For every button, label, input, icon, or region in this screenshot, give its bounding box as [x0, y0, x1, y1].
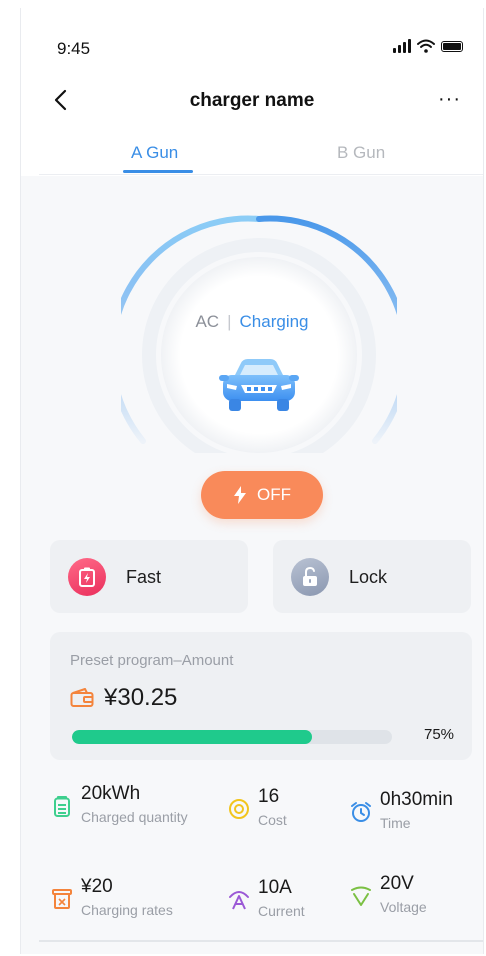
lock-mode-card[interactable]: Lock	[273, 540, 471, 613]
preset-title: Preset program–Amount	[70, 652, 234, 669]
signal-icon	[393, 39, 411, 53]
cost-label: Cost	[258, 812, 287, 828]
alarm-clock-icon	[351, 802, 371, 822]
charging-status-label: Charging	[239, 312, 309, 331]
progress-fill	[72, 730, 312, 744]
gauge-status-text: AC | Charging	[21, 312, 483, 332]
voltage-label: Voltage	[380, 899, 427, 915]
status-icons	[393, 39, 463, 53]
charging-rates-value: ¥20	[81, 876, 113, 897]
tab-divider	[39, 174, 483, 175]
power-off-button[interactable]: OFF	[201, 471, 323, 519]
lightning-icon	[234, 486, 246, 504]
wallet-icon	[70, 688, 94, 707]
gauge-separator: |	[227, 312, 232, 331]
tab-b-gun[interactable]: B Gun	[337, 143, 385, 163]
battery-icon	[54, 796, 70, 817]
progress-percent: 75%	[424, 726, 455, 743]
car-icon	[219, 359, 299, 411]
current-label: Current	[258, 903, 305, 919]
page-title: charger name	[189, 90, 315, 111]
time-label: Time	[380, 815, 411, 831]
active-tab-indicator	[123, 170, 193, 173]
cost-value: 16	[258, 786, 280, 807]
progress-bar	[72, 730, 392, 744]
coin-icon	[229, 799, 249, 819]
current-value: 10A	[258, 877, 292, 898]
preset-program-card: Preset program–Amount ¥30.25 75%	[50, 632, 472, 760]
current-icon	[229, 891, 249, 910]
lock-mode-label: Lock	[349, 567, 388, 587]
charged-quantity-value: 20kWh	[81, 783, 141, 804]
power-button-label: OFF	[257, 485, 291, 504]
fast-mode-label: Fast	[126, 567, 162, 587]
tab-a-gun[interactable]: A Gun	[131, 143, 178, 163]
phone-screen: 9:45 charger name ··· A Gun B Gun AC | C…	[20, 8, 484, 954]
fast-charge-icon	[68, 558, 106, 596]
battery-status-icon	[441, 40, 463, 52]
status-time: 9:45	[57, 39, 91, 58]
charging-rates-label: Charging rates	[81, 902, 173, 918]
rate-ticket-icon	[52, 889, 72, 909]
wifi-icon	[417, 39, 435, 53]
time-value: 0h30min	[380, 789, 453, 810]
fast-mode-card[interactable]: Fast	[50, 540, 248, 613]
charging-gauge	[121, 215, 397, 453]
amount-value: ¥30.25	[104, 684, 178, 711]
current-type-label: AC	[195, 312, 220, 331]
charged-quantity-label: Charged quantity	[81, 809, 188, 825]
bottom-divider	[39, 940, 483, 942]
voltage-value: 20V	[380, 873, 414, 894]
preset-amount: ¥30.25	[70, 684, 177, 712]
more-options-icon[interactable]: ···	[438, 88, 461, 111]
unlock-icon	[291, 558, 329, 596]
voltage-icon	[351, 886, 371, 906]
